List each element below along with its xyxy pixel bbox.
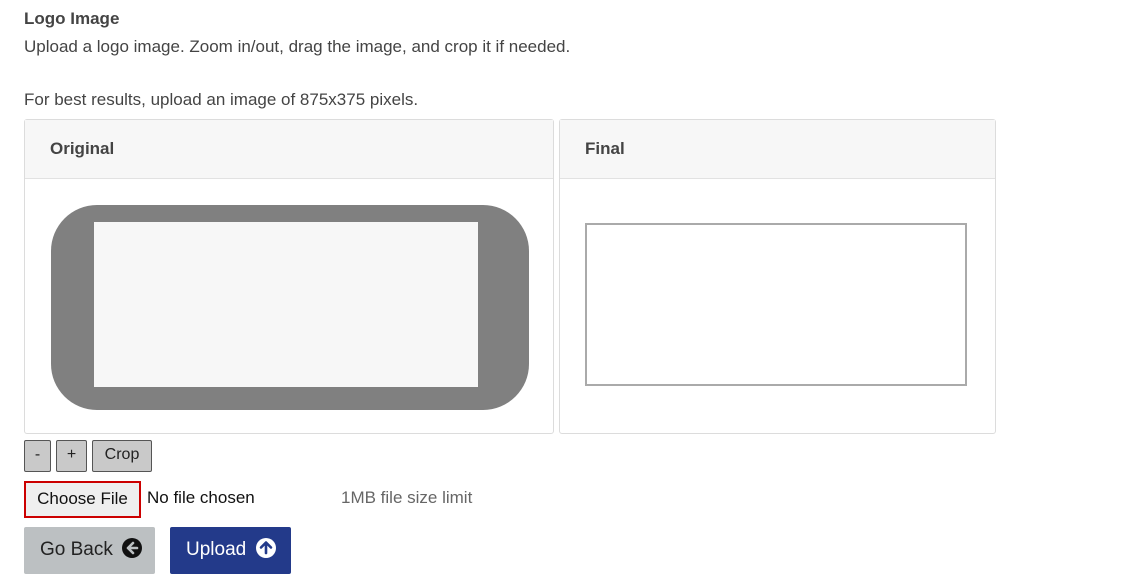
section-title: Logo Image (24, 9, 120, 28)
zoom-out-button[interactable]: - (24, 440, 51, 472)
file-size-limit: 1MB file size limit (341, 488, 473, 507)
final-panel-title: Final (560, 120, 995, 179)
upload-button[interactable]: Upload (170, 527, 291, 574)
go-back-button[interactable]: Go Back (24, 527, 155, 574)
file-status: No file chosen (147, 488, 255, 507)
final-preview (585, 223, 967, 386)
go-back-label: Go Back (40, 539, 113, 560)
original-panel-title: Original (25, 120, 553, 179)
choose-file-button[interactable]: Choose File (24, 481, 141, 518)
final-panel: Final (559, 119, 996, 434)
image-cropper[interactable] (51, 205, 529, 410)
original-panel: Original (24, 119, 554, 434)
zoom-in-button[interactable]: + (56, 440, 87, 472)
upload-label: Upload (186, 539, 247, 560)
size-hint: For best results, upload an image of 875… (24, 90, 419, 109)
arrow-up-circle-icon (255, 538, 276, 558)
arrow-left-circle-icon (122, 538, 143, 558)
crop-button[interactable]: Crop (92, 440, 152, 472)
choose-file-label: Choose File (37, 489, 128, 508)
section-description: Upload a logo image. Zoom in/out, drag t… (24, 37, 571, 56)
crop-area[interactable] (94, 222, 478, 387)
